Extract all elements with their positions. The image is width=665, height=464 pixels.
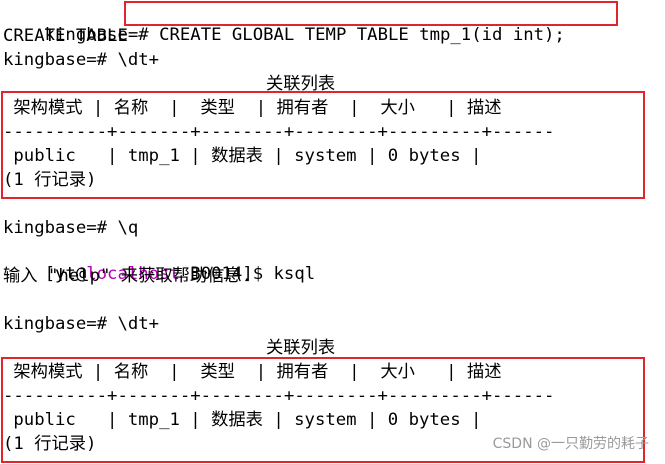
table-row-1: public | tmp_1 | 数据表 | system | 0 bytes … (3, 146, 482, 166)
table-row-2: public | tmp_1 | 数据表 | system | 0 bytes … (3, 410, 482, 430)
command-line-2: kingbase=# \dt+ (3, 50, 160, 70)
command-line-1: kingbase=# CREATE GLOBAL TEMP TABLE tmp_… (3, 2, 565, 45)
help-hint-line: 输入 "help" 来获取帮助信息. (3, 266, 253, 286)
table-header-1: 架构模式 | 名称 | 类型 | 拥有者 | 大小 | 描述 (3, 98, 502, 118)
table-header-2: 架构模式 | 名称 | 类型 | 拥有者 | 大小 | 描述 (3, 362, 502, 382)
command-line-4: kingbase=# \dt+ (3, 314, 160, 334)
row-count-1: (1 行记录) (3, 170, 97, 190)
command-line-3: kingbase=# \q (3, 218, 139, 238)
table-caption-1: 关联列表 (266, 74, 336, 94)
shell-prompt-line: [yt@localhost B0014]$ ksql (3, 241, 316, 284)
terminal-window[interactable]: kingbase=# CREATE GLOBAL TEMP TABLE tmp_… (0, 0, 665, 464)
command-output: CREATE TABLE (3, 26, 128, 46)
table-separator-1: ----------+-------+--------+--------+---… (3, 122, 555, 142)
csdn-watermark: CSDN @一只勤劳的耗子 (492, 436, 649, 452)
row-count-2: (1 行记录) (3, 434, 97, 454)
create-table-command: CREATE GLOBAL TEMP TABLE tmp_1(id int); (159, 25, 565, 45)
table-separator-2: ----------+-------+--------+--------+---… (3, 386, 555, 406)
table-caption-2: 关联列表 (266, 338, 336, 358)
